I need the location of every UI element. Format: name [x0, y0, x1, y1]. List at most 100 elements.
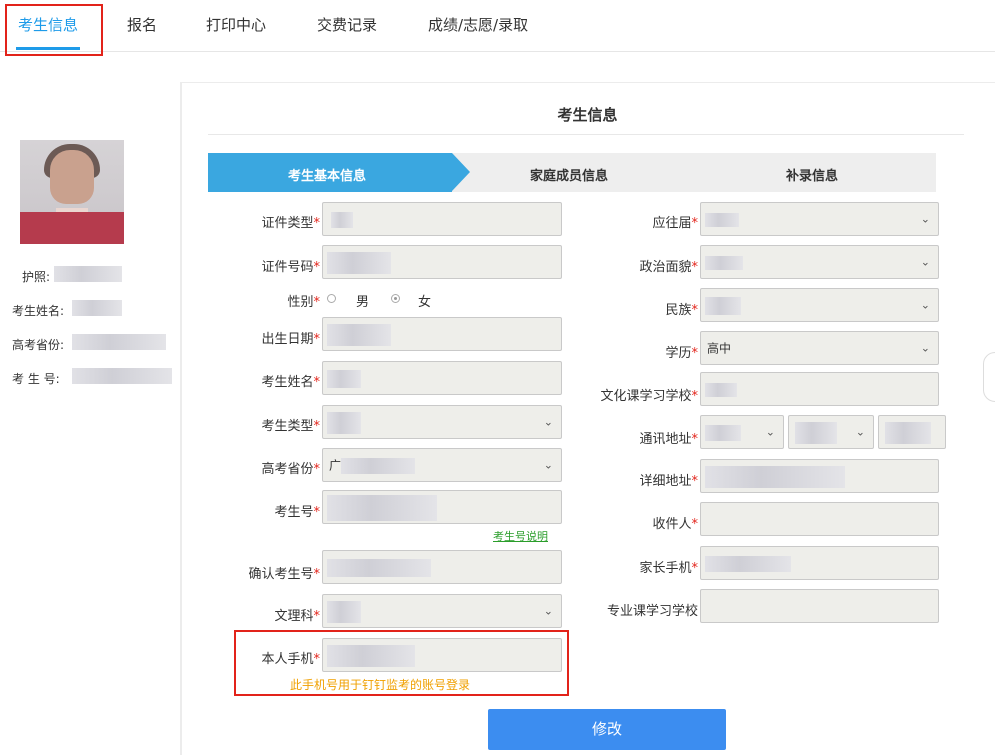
step-arrow [452, 153, 470, 191]
graduation-year-select[interactable]: ⌄ [700, 202, 939, 236]
gender-male-label: 男 [356, 295, 370, 310]
tab-student-info[interactable]: 考生信息 [18, 14, 78, 35]
student-name-label: 考生姓名* [261, 375, 320, 390]
major-school-label: 专业课学习学校 [606, 604, 698, 619]
exam-number-value-redacted [72, 368, 172, 384]
chevron-down-icon: ⌄ [543, 415, 553, 429]
address-label: 通讯地址* [639, 432, 698, 447]
address-city-select[interactable]: ⌄ [788, 415, 874, 449]
recipient-field[interactable] [700, 502, 939, 536]
mobile-field[interactable] [322, 638, 562, 672]
id-number-value-redacted [327, 252, 391, 274]
exam-province-select[interactable]: 广 ⌄ [322, 448, 562, 482]
mobile-label: 本人手机* [261, 652, 320, 667]
education-value: 高中 [707, 341, 732, 356]
step-supplementary-info[interactable]: 补录信息 [786, 165, 838, 184]
ethnicity-select[interactable]: ⌄ [700, 288, 939, 322]
mobile-note: 此手机号用于钉钉监考的账号登录 [290, 678, 471, 692]
birth-date-field[interactable] [322, 317, 562, 351]
graduation-year-value-redacted [705, 213, 739, 227]
chevron-down-icon: ⌄ [543, 458, 553, 472]
id-type-value-redacted [331, 212, 353, 228]
culture-school-value-redacted [705, 383, 737, 397]
chevron-down-icon: ⌄ [920, 255, 930, 269]
chevron-down-icon: ⌄ [855, 425, 865, 439]
chevron-down-icon: ⌄ [543, 604, 553, 618]
name-value-redacted [72, 300, 122, 316]
subject-track-select[interactable]: ⌄ [322, 594, 562, 628]
birth-date-value-redacted [327, 324, 391, 346]
passport-label: 护照: [22, 270, 51, 284]
gender-label: 性别* [287, 295, 320, 310]
political-status-select[interactable]: ⌄ [700, 245, 939, 279]
address-district-select[interactable] [878, 415, 946, 449]
address-district-value-redacted [885, 422, 931, 444]
culture-school-field[interactable] [700, 372, 939, 406]
address-province-select[interactable]: ⌄ [700, 415, 784, 449]
major-school-field[interactable] [700, 589, 939, 623]
graduation-year-label: 应往届* [652, 216, 698, 231]
passport-value-redacted [54, 266, 122, 282]
tab-scores-admission[interactable]: 成绩/志愿/录取 [428, 14, 528, 35]
gender-female-label: 女 [418, 295, 432, 310]
id-type-field[interactable] [322, 202, 562, 236]
subject-track-label: 文理科* [274, 609, 320, 624]
tab-registration[interactable]: 报名 [127, 14, 157, 35]
exam-province-label: 高考省份* [261, 462, 320, 477]
id-number-field[interactable] [322, 245, 562, 279]
gender-male-radio[interactable] [327, 294, 336, 303]
student-name-value-redacted [327, 370, 361, 388]
tab-print-center[interactable]: 打印中心 [206, 14, 266, 35]
id-type-label: 证件类型* [261, 216, 320, 231]
exam-number-label: 考 生 号: [12, 372, 60, 386]
detail-address-value-redacted [705, 466, 845, 488]
address-city-value-redacted [795, 422, 837, 444]
exam-no-value-redacted [327, 495, 437, 521]
ethnicity-value-redacted [705, 297, 741, 315]
student-name-field[interactable] [322, 361, 562, 395]
gender-female-radio[interactable] [391, 294, 400, 303]
chevron-down-icon: ⌄ [920, 212, 930, 226]
side-collapse-handle[interactable] [983, 352, 995, 402]
birth-date-label: 出生日期* [261, 332, 320, 347]
subject-track-value-redacted [327, 601, 361, 623]
student-type-label: 考生类型* [261, 419, 320, 434]
top-nav: 考生信息 报名 打印中心 交费记录 成绩/志愿/录取 [0, 0, 995, 52]
name-label: 考生姓名: [12, 304, 65, 318]
student-type-value-redacted [327, 412, 361, 434]
id-number-label: 证件号码* [261, 260, 320, 275]
step-family-info[interactable]: 家庭成员信息 [530, 165, 608, 184]
province-label: 高考省份: [12, 338, 65, 352]
mobile-value-redacted [327, 645, 415, 667]
chevron-down-icon: ⌄ [920, 341, 930, 355]
address-province-value-redacted [705, 425, 741, 441]
confirm-exam-no-value-redacted [327, 559, 431, 577]
exam-no-field[interactable] [322, 490, 562, 524]
province-value-redacted [72, 334, 166, 350]
panel-title: 考生信息 [557, 106, 618, 124]
political-status-value-redacted [705, 256, 743, 270]
exam-no-help-link[interactable]: 考生号说明 [493, 528, 548, 544]
active-tab-indicator [16, 47, 80, 50]
parent-phone-field[interactable] [700, 546, 939, 580]
confirm-exam-no-field[interactable] [322, 550, 562, 584]
exam-no-label: 考生号* [274, 505, 320, 520]
student-summary: 护照: 考生姓名: 高考省份: 考 生 号: [0, 82, 180, 755]
detail-address-label: 详细地址* [639, 474, 698, 489]
parent-phone-value-redacted [705, 556, 791, 572]
chevron-down-icon: ⌄ [920, 298, 930, 312]
exam-province-value-prefix: 广 [329, 458, 342, 473]
chevron-down-icon: ⌄ [765, 425, 775, 439]
panel-top-border [180, 82, 995, 83]
tab-payment-records[interactable]: 交费记录 [317, 14, 377, 35]
student-type-select[interactable]: ⌄ [322, 405, 562, 439]
political-status-label: 政治面貌* [639, 260, 698, 275]
exam-province-value-redacted [341, 458, 415, 474]
detail-address-field[interactable] [700, 459, 939, 493]
title-divider [208, 134, 964, 135]
parent-phone-label: 家长手机* [639, 561, 698, 576]
step-basic-info[interactable]: 考生基本信息 [288, 165, 366, 184]
step-bar: 考生基本信息 家庭成员信息 补录信息 [208, 153, 936, 192]
education-select[interactable]: 高中 ⌄ [700, 331, 939, 365]
edit-button[interactable]: 修改 [488, 709, 726, 750]
